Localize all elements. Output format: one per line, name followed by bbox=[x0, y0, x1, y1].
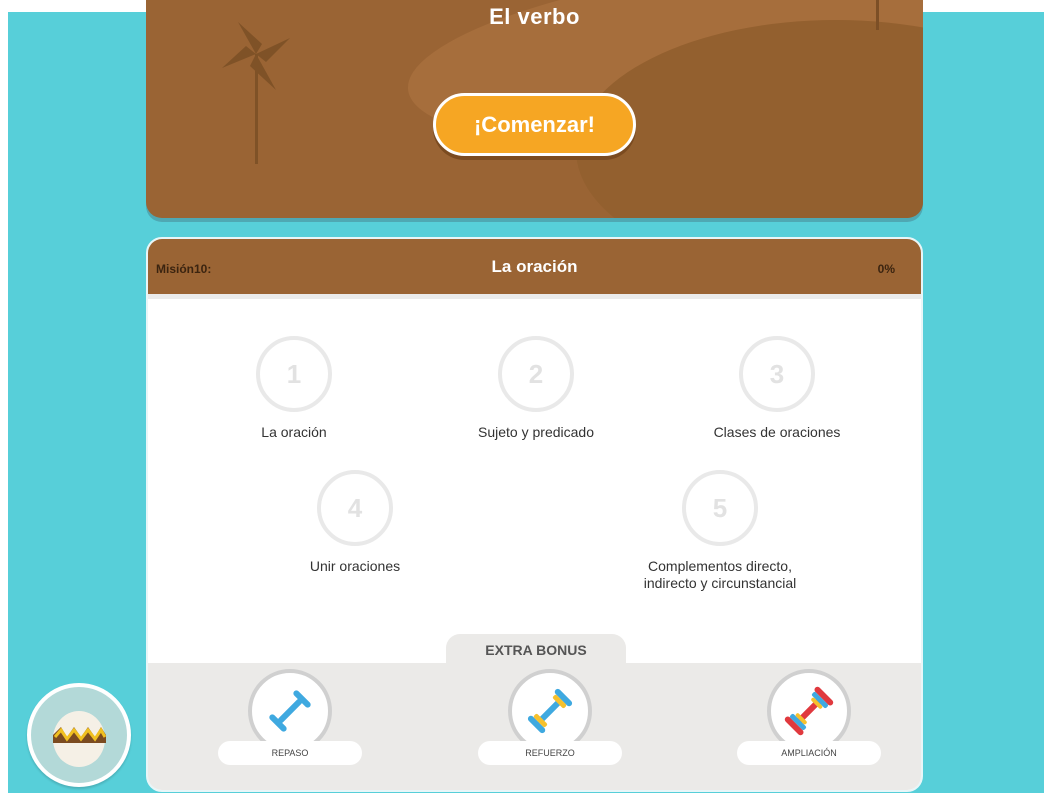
lesson-number-badge: 5 bbox=[682, 470, 758, 546]
bonus-repaso[interactable]: REPASO bbox=[218, 669, 362, 765]
lesson-item-2[interactable]: 2 Sujeto y predicado bbox=[451, 336, 621, 441]
lesson-number-badge: 4 bbox=[317, 470, 393, 546]
avatar-egg-button[interactable] bbox=[27, 683, 131, 787]
current-mission-card: El verbo ¡Comenzar! bbox=[146, 0, 923, 218]
hero-title: El verbo bbox=[489, 4, 580, 29]
lesson-number-badge: 2 bbox=[498, 336, 574, 412]
extra-bonus-title: EXTRA BONUS bbox=[446, 634, 626, 666]
bonus-refuerzo[interactable]: REFUERZO bbox=[478, 669, 622, 765]
lesson-name: Unir oraciones bbox=[309, 558, 401, 574]
lesson-item-1[interactable]: 1 La oración bbox=[209, 336, 379, 441]
dumbbell-blue-yellow-icon bbox=[527, 688, 573, 734]
hatching-egg-icon bbox=[53, 711, 107, 767]
dumbbell-multicolor-icon bbox=[784, 686, 834, 736]
lesson-item-4[interactable]: 4 Unir oraciones bbox=[270, 470, 440, 575]
lesson-item-5[interactable]: 5 Complementos directo, indirecto y circ… bbox=[635, 470, 805, 592]
mission-title: La oración bbox=[491, 257, 578, 276]
lesson-name: La oración bbox=[261, 424, 327, 440]
lesson-number-badge: 3 bbox=[739, 336, 815, 412]
mission-progress: 0% bbox=[877, 262, 895, 276]
bonus-label: REFUERZO bbox=[478, 741, 622, 765]
lesson-item-3[interactable]: 3 Clases de oraciones bbox=[687, 336, 867, 441]
lesson-name: Complementos directo, indirecto y circun… bbox=[643, 558, 797, 591]
lesson-name: Clases de oraciones bbox=[713, 424, 841, 440]
lesson-name: Sujeto y predicado bbox=[478, 424, 594, 440]
mission-card: Misión10: La oración 0% 1 La oración 2 S… bbox=[146, 237, 923, 792]
bonus-label: REPASO bbox=[218, 741, 362, 765]
lesson-number-badge: 1 bbox=[256, 336, 332, 412]
windmill-icon bbox=[222, 22, 290, 164]
start-button[interactable]: ¡Comenzar! bbox=[433, 93, 636, 156]
mission-header: Misión10: La oración 0% bbox=[148, 239, 921, 299]
bonus-ampliacion[interactable]: AMPLIACIÓN bbox=[737, 669, 881, 765]
dumbbell-blue-icon bbox=[269, 690, 311, 732]
bonus-label: AMPLIACIÓN bbox=[737, 741, 881, 765]
